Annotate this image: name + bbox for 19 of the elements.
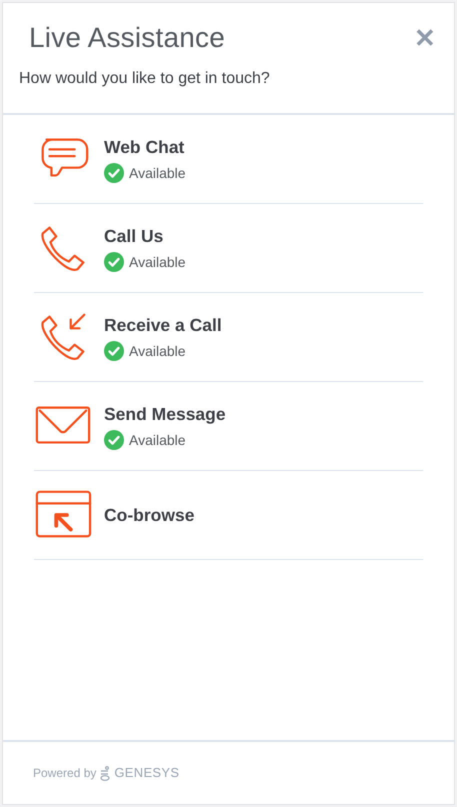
contact-option[interactable]: Co-browse xyxy=(34,471,423,560)
status-text: Available xyxy=(129,430,186,450)
status-text: Available xyxy=(129,252,186,272)
contact-option[interactable]: Web Chat Available xyxy=(34,115,423,204)
option-label: Web Chat xyxy=(104,136,186,160)
contact-option[interactable]: Call Us Available xyxy=(34,204,423,293)
powered-by-text: Powered by xyxy=(33,765,96,782)
brand-name: GENESYS xyxy=(114,764,180,782)
status-text: Available xyxy=(129,342,186,361)
option-label: Co-browse xyxy=(104,504,194,527)
option-label: Receive a Call xyxy=(104,314,222,338)
panel-title: Live Assistance xyxy=(29,21,225,55)
option-label: Send Message xyxy=(104,403,226,426)
prompt-text: How would you like to get in touch? xyxy=(19,69,271,89)
contact-option[interactable]: Receive a Call Available xyxy=(34,293,423,382)
status-text: Available xyxy=(129,164,186,183)
option-label: Call Us xyxy=(104,225,164,248)
contact-option[interactable]: Send Message Available xyxy=(34,382,423,471)
logo-icon xyxy=(100,766,110,780)
